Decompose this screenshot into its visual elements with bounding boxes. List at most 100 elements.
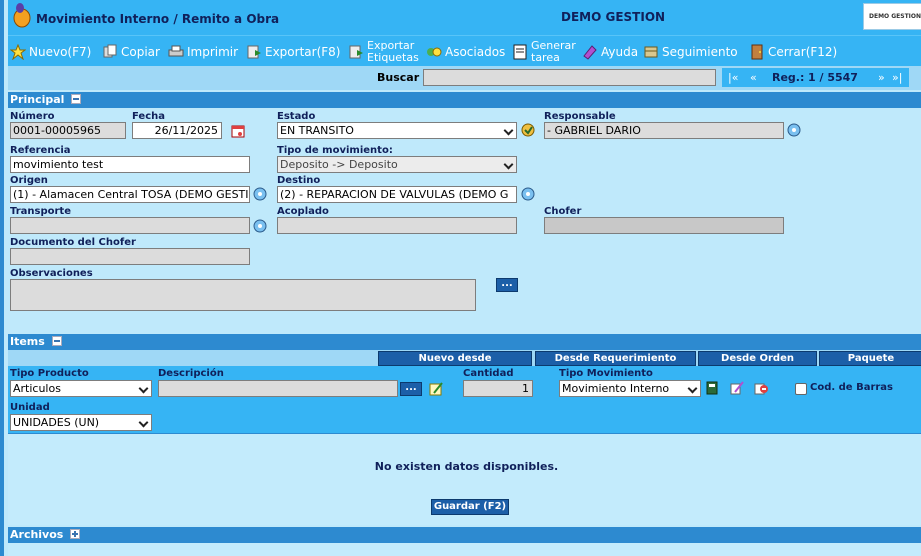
tipo-producto-select[interactable]: Articulos <box>10 380 152 397</box>
copiar-label: Copiar <box>121 44 160 59</box>
company-name: DEMO GESTION <box>561 10 666 24</box>
destino-label: Destino <box>277 175 321 186</box>
cantidad-label: Cantidad <box>463 368 514 379</box>
title-bar: Movimiento Interno / Remito a Obra DEMO … <box>8 0 921 35</box>
exportar-button[interactable]: Exportar(F8) <box>246 36 340 67</box>
seguimiento-button[interactable]: Seguimiento <box>643 36 738 67</box>
estado-label: Estado <box>277 111 316 122</box>
origen-lookup-icon[interactable] <box>252 186 268 202</box>
transporte-lookup-icon[interactable] <box>252 218 268 234</box>
destino-field[interactable]: (2) - REPARACION DE VALVULAS (DEMO G <box>277 186 517 203</box>
prev-record-button[interactable]: « <box>750 71 757 84</box>
printer-icon <box>168 45 184 56</box>
delete-icon[interactable] <box>753 380 769 396</box>
toolbar: Nuevo(F7) Copiar Imprimir Exportar(F8) E… <box>8 35 921 66</box>
destino-lookup-icon[interactable] <box>520 186 536 202</box>
unidad-select[interactable]: UNIDADES (UN) <box>10 414 152 431</box>
items-header-label: Items <box>10 335 45 348</box>
collapse-icon[interactable] <box>71 94 82 104</box>
copiar-button[interactable]: Copiar <box>102 36 160 67</box>
cerrar-button[interactable]: Cerrar(F12) <box>749 36 837 67</box>
search-bar: Buscar |« « Reg.: 1 / 5547 » »| <box>8 66 921 90</box>
responsable-field[interactable]: - GABRIEL DARIO <box>544 122 784 139</box>
origen-field[interactable]: (1) - Alamacen Central TOSA (DEMO GESTI <box>10 186 250 203</box>
fecha-field[interactable]: 26/11/2025 <box>132 122 222 139</box>
edit-note-icon[interactable] <box>428 381 444 397</box>
expand-icon[interactable] <box>70 529 81 539</box>
acoplado-field[interactable] <box>277 217 517 234</box>
archivos-area <box>8 543 921 556</box>
transporte-field[interactable] <box>10 217 250 234</box>
estado-select[interactable]: EN TRANSITO <box>277 122 517 139</box>
referencia-field[interactable]: movimiento test <box>10 156 250 173</box>
numero-field[interactable]: 0001-00005965 <box>10 122 126 139</box>
imprimir-button[interactable]: Imprimir <box>168 36 238 67</box>
observaciones-expand-button[interactable]: ... <box>496 278 518 292</box>
window-title: Movimiento Interno / Remito a Obra <box>36 12 280 26</box>
doc-chofer-field[interactable] <box>10 248 250 265</box>
guardar-button[interactable]: Guardar (F2) <box>431 499 509 515</box>
asociados-button[interactable]: Asociados <box>426 36 505 67</box>
requerimiento-button[interactable]: Desde Requerimiento Interno <box>535 351 696 378</box>
items-grid: No existen datos disponibles. Guardar (F… <box>8 433 921 525</box>
nuevo-label: Nuevo(F7) <box>29 44 92 59</box>
estado-info-icon[interactable] <box>520 122 536 138</box>
tipo-movimiento-item-select[interactable]: Movimiento Interno <box>559 380 701 397</box>
numero-label: Número <box>10 111 55 122</box>
calendar-icon[interactable] <box>230 123 246 139</box>
record-navigator: |« « Reg.: 1 / 5547 » »| <box>722 68 909 87</box>
exportar-etiquetas-button[interactable]: Exportar Etiquetas <box>348 36 419 67</box>
principal-header-label: Principal <box>10 93 65 106</box>
tipo-movimiento-select[interactable]: Deposito -> Deposito <box>277 156 517 173</box>
app-logo-icon <box>13 3 31 28</box>
associates-icon <box>427 47 442 56</box>
tipo-producto-label: Tipo Producto <box>10 368 89 379</box>
asociados-label: Asociados <box>445 44 506 59</box>
task-icon <box>513 44 527 59</box>
paquete-productos-button[interactable]: Paquete Productos <box>819 351 921 378</box>
help-icon <box>583 44 597 60</box>
observaciones-label: Observaciones <box>10 268 93 279</box>
document-icon[interactable] <box>705 380 721 396</box>
referencia-label: Referencia <box>10 145 71 156</box>
first-record-button[interactable]: |« <box>728 71 738 84</box>
responsable-lookup-icon[interactable] <box>786 122 802 138</box>
copy-icon <box>103 44 117 57</box>
close-door-icon <box>751 44 763 59</box>
imprimir-label: Imprimir <box>187 44 239 59</box>
tracking-icon <box>644 46 658 57</box>
collapse-icon[interactable] <box>51 336 62 346</box>
descripcion-lookup-button[interactable]: ... <box>400 382 422 396</box>
generar-tarea-button[interactable]: Generar tarea <box>512 36 576 67</box>
exportar-etq-label-1: Exportar <box>367 38 415 52</box>
last-record-button[interactable]: »| <box>892 71 902 84</box>
cod-barras-checkbox[interactable] <box>795 383 807 395</box>
ayuda-button[interactable]: Ayuda <box>582 36 638 67</box>
chofer-label: Chofer <box>544 206 582 217</box>
items-section-header[interactable]: Items <box>8 334 921 350</box>
archivos-section-header[interactable]: Archivos <box>8 527 921 543</box>
descripcion-field[interactable] <box>158 380 398 397</box>
transporte-label: Transporte <box>10 206 71 217</box>
new-star-icon <box>10 43 26 60</box>
nuevo-button[interactable]: Nuevo(F7) <box>10 36 91 67</box>
origen-label: Origen <box>10 175 48 186</box>
descripcion-label: Descripción <box>158 368 224 379</box>
export-icon <box>247 45 261 58</box>
archivos-header-label: Archivos <box>10 528 64 541</box>
next-record-button[interactable]: » <box>878 71 885 84</box>
items-form: Tipo Producto Articulos Descripción ... … <box>8 366 921 433</box>
cantidad-field[interactable]: 1 <box>463 380 533 397</box>
orden-compra-button[interactable]: Desde Orden Compra <box>698 351 817 378</box>
generar-label-1: Generar <box>531 38 576 52</box>
edit-icon[interactable] <box>729 380 745 396</box>
chofer-field[interactable] <box>544 217 784 234</box>
search-input[interactable] <box>423 69 716 86</box>
fecha-label: Fecha <box>132 111 166 122</box>
exportar-label: Exportar(F8) <box>265 44 341 59</box>
principal-section-header[interactable]: Principal <box>8 92 921 108</box>
nuevo-envase-button[interactable]: Nuevo desde Envase/Activo <box>378 351 532 378</box>
responsable-label: Responsable <box>544 111 616 122</box>
observaciones-textarea[interactable] <box>10 279 476 311</box>
app-frame: Movimiento Interno / Remito a Obra DEMO … <box>0 0 921 556</box>
